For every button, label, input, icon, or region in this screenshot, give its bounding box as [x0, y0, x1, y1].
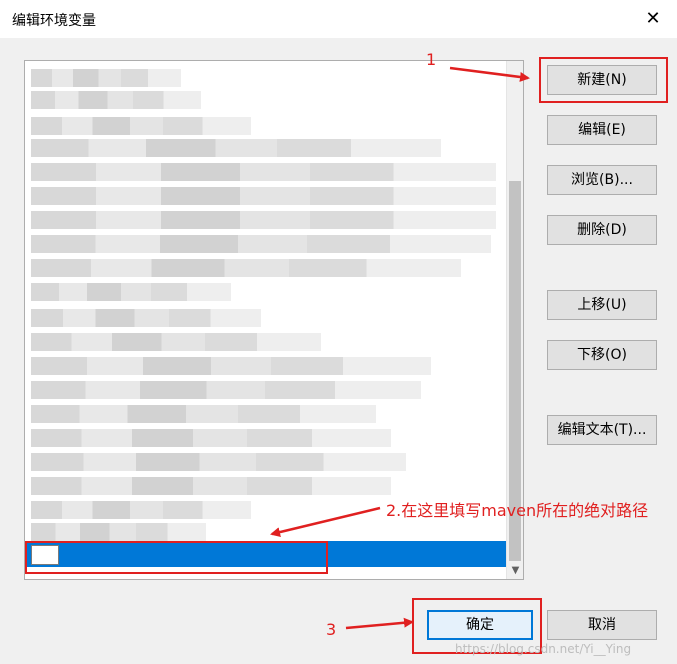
arrow-step-2 [270, 506, 381, 537]
arrow-step-3 [345, 617, 414, 630]
watermark: https://blog.csdn.net/Yi__Ying [455, 642, 632, 656]
annotation-arrows [270, 66, 530, 630]
arrow-step-1 [449, 66, 530, 82]
